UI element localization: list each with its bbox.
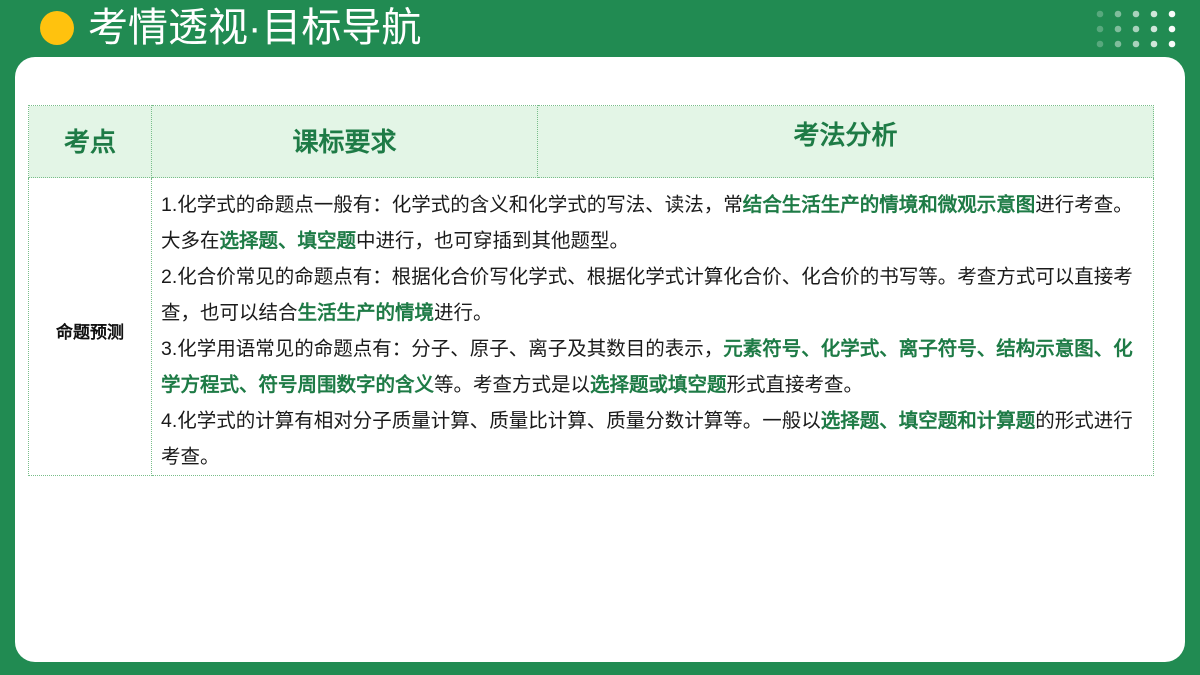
page-title: 考情透视·目标导航 — [88, 6, 422, 50]
body-text: 中进行，也可穿插到其他题型。 — [356, 230, 630, 252]
header-exam-analysis: 考法分析 — [537, 105, 1154, 178]
decor-dot — [1150, 25, 1158, 33]
decor-dot — [1096, 10, 1104, 18]
decor-dot — [1096, 25, 1104, 33]
dot-grid-decoration — [1096, 10, 1176, 48]
decor-dot — [1132, 10, 1140, 18]
decor-dot — [1114, 25, 1122, 33]
analysis-item-4: 4.化学式的计算有相对分子质量计算、质量比计算、质量分数计算等。一般以选择题、填… — [161, 403, 1149, 475]
analysis-item-3: 3.化学用语常见的命题点有：分子、原子、离子及其数目的表示，元素符号、化学式、离… — [161, 331, 1149, 403]
body-text: 进行。 — [434, 302, 493, 324]
decor-dot — [1150, 10, 1158, 18]
table-row: 命题预测 1.化学式的命题点一般有：化学式的含义和化学式的写法、读法，常结合生活… — [28, 177, 1154, 476]
body-text: 4.化学式的计算有相对分子质量计算、质量比计算、质量分数计算等。一般以 — [161, 410, 821, 432]
body-text: 3.化学用语常见的命题点有：分子、原子、离子及其数目的表示， — [161, 338, 724, 360]
highlight-text: 选择题或填空题 — [590, 374, 727, 396]
title-bullet-icon — [40, 11, 74, 45]
decor-dot — [1114, 40, 1122, 48]
highlight-text: 选择题、填空题 — [219, 230, 357, 252]
analysis-item-2: 2.化合价常见的命题点有：根据化合价写化学式、根据化学式计算化合价、化合价的书写… — [161, 259, 1149, 331]
decor-dot — [1096, 40, 1104, 48]
decor-dot — [1168, 25, 1176, 33]
decor-dot — [1132, 40, 1140, 48]
decor-dot — [1168, 10, 1176, 18]
highlight-text: 选择题、填空题和计算题 — [820, 410, 1036, 432]
highlight-text: 结合生活生产的情境和微观示意图 — [742, 194, 1036, 216]
decor-dot — [1114, 10, 1122, 18]
analysis-item-1: 1.化学式的命题点一般有：化学式的含义和化学式的写法、读法，常结合生活生产的情境… — [161, 187, 1149, 259]
row-label: 命题预测 — [28, 177, 152, 476]
highlight-text: 生活生产的情境 — [297, 302, 435, 324]
header-curriculum-standards: 课标要求 — [151, 105, 538, 178]
table-header-row: 考点 课标要求 考法分析 — [28, 105, 1154, 178]
exam-analysis-table: 考点 课标要求 考法分析 命题预测 1.化学式的命题点一般有：化学式的含义和化学… — [28, 105, 1154, 476]
body-text: 等。考查方式是以 — [434, 374, 591, 396]
body-text: 形式直接考查。 — [726, 374, 864, 396]
decor-dot — [1150, 40, 1158, 48]
decor-dot — [1168, 40, 1176, 48]
content-panel: 考点 课标要求 考法分析 命题预测 1.化学式的命题点一般有：化学式的含义和化学… — [15, 57, 1185, 662]
header-topic: 考点 — [28, 105, 152, 178]
body-text: 1.化学式的命题点一般有：化学式的含义和化学式的写法、读法，常 — [161, 194, 743, 216]
analysis-content: 1.化学式的命题点一般有：化学式的含义和化学式的写法、读法，常结合生活生产的情境… — [151, 177, 1154, 476]
decor-dot — [1132, 25, 1140, 33]
